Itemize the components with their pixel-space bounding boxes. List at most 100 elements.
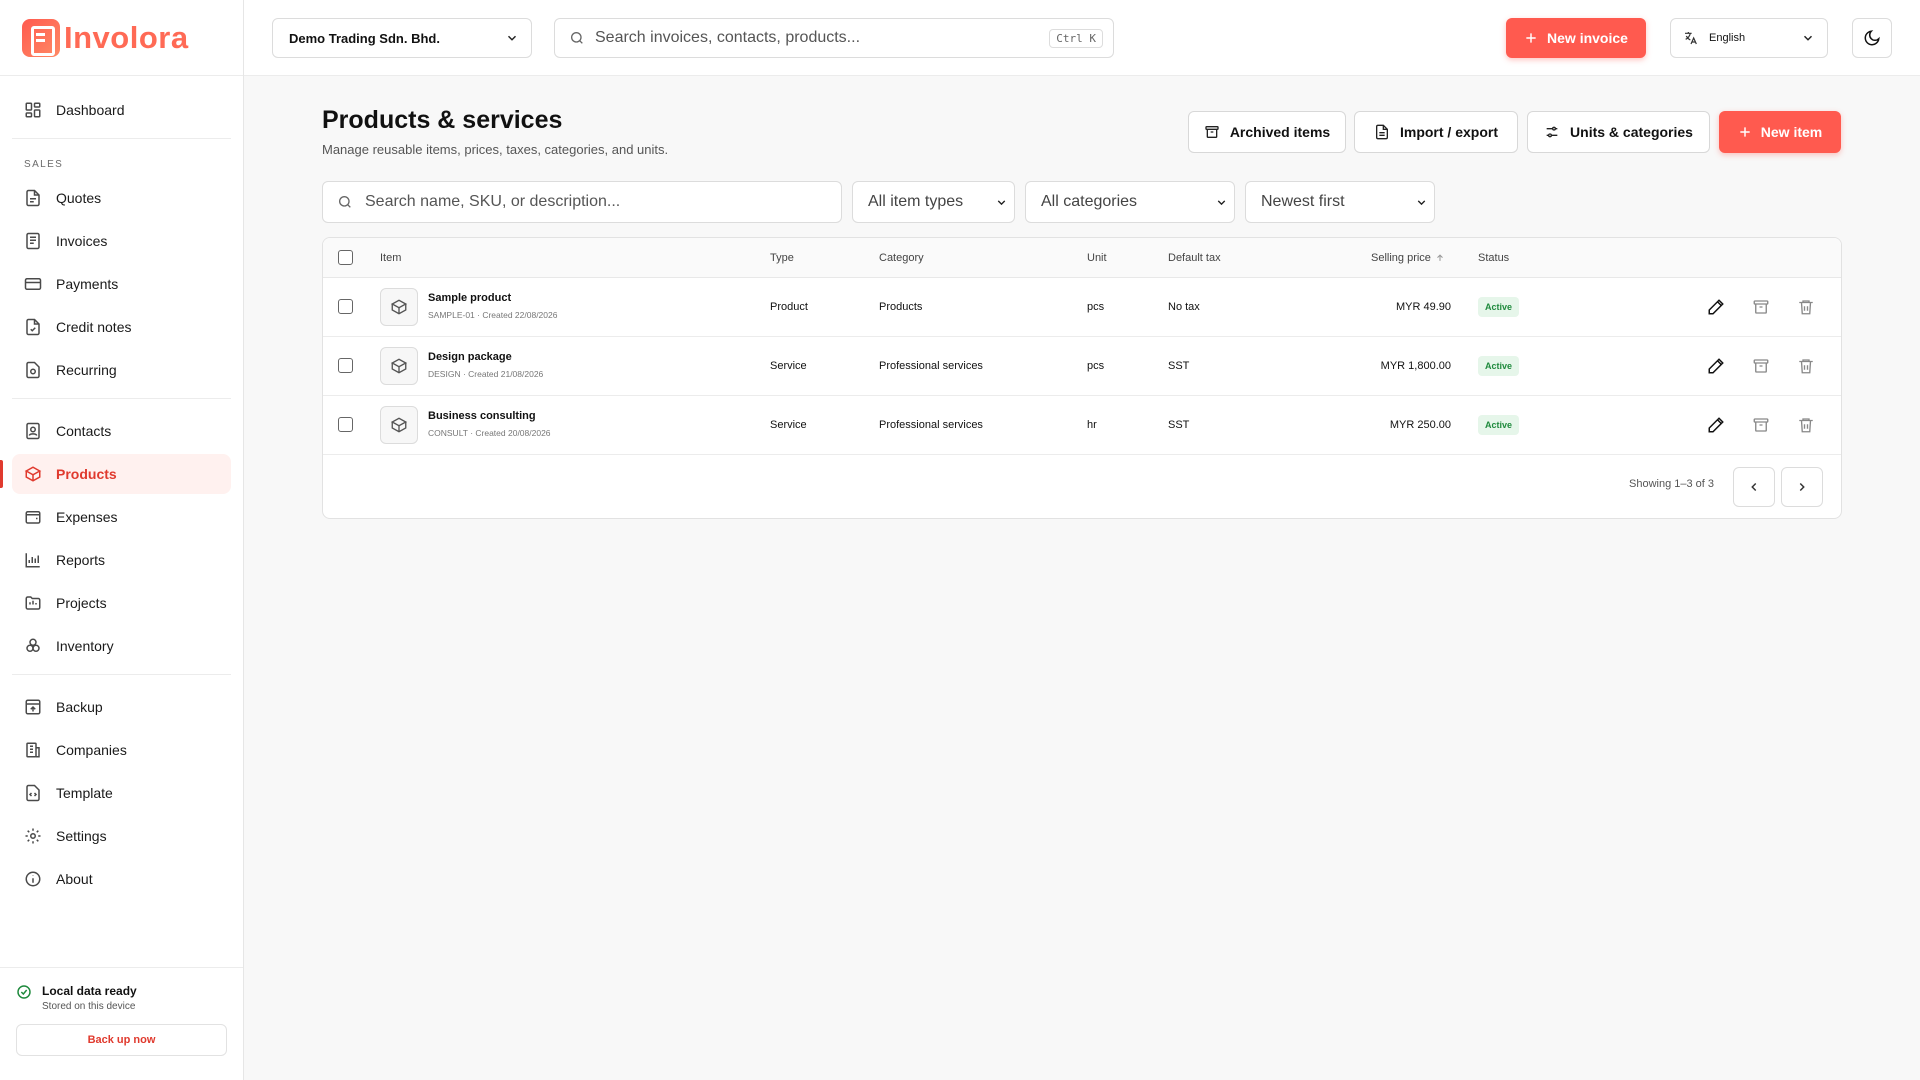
column-category[interactable]: Category: [879, 252, 924, 264]
table-row[interactable]: Sample product SAMPLE-01 · Created 22/08…: [323, 278, 1841, 337]
pencil-icon: [1708, 358, 1724, 374]
row-checkbox[interactable]: [338, 358, 353, 373]
edit-button[interactable]: [1705, 296, 1727, 318]
item-type-select[interactable]: All item types: [852, 181, 1015, 223]
sidebar-item-dashboard[interactable]: Dashboard: [12, 90, 231, 130]
category-select[interactable]: All categories: [1025, 181, 1235, 223]
row-checkbox[interactable]: [338, 299, 353, 314]
new-item-button[interactable]: New item: [1719, 111, 1841, 153]
item-type-value: All item types: [868, 193, 964, 210]
status-badge: Active: [1478, 415, 1520, 435]
sidebar-item-products[interactable]: Products: [0, 454, 231, 494]
sidebar-item-invoices[interactable]: Invoices: [12, 221, 231, 261]
new-invoice-button[interactable]: New invoice: [1506, 18, 1646, 58]
sidebar-item-payments[interactable]: Payments: [12, 264, 231, 304]
archive-button[interactable]: [1750, 414, 1772, 436]
item-meta: SAMPLE-01 · Created 22/08/2026: [428, 310, 558, 320]
column-selling-price[interactable]: Selling price: [1371, 252, 1445, 264]
item-category: Professional services: [879, 360, 983, 372]
column-status[interactable]: Status: [1478, 252, 1509, 264]
item-unit: hr: [1087, 419, 1097, 431]
item-type: Service: [770, 360, 807, 372]
chevron-down-icon: [1803, 35, 1813, 41]
box-icon: [380, 406, 418, 444]
next-page-button[interactable]: [1781, 467, 1823, 507]
chevron-down-icon: [1217, 199, 1226, 205]
units-categories-button[interactable]: Units & categories: [1527, 111, 1710, 153]
archive-button[interactable]: [1750, 355, 1772, 377]
translate-icon: [1685, 32, 1697, 45]
row-checkbox[interactable]: [338, 417, 353, 432]
global-search-input[interactable]: Search invoices, contacts, products... C…: [554, 18, 1114, 58]
archive-icon: [1753, 300, 1769, 314]
delete-button[interactable]: [1795, 355, 1817, 377]
info-icon: [25, 871, 41, 887]
column-type[interactable]: Type: [770, 252, 794, 264]
table-header: Item Type Category Unit Default tax Sell…: [323, 238, 1841, 278]
sidebar-item-label: Template: [56, 785, 113, 801]
products-table: Item Type Category Unit Default tax Sell…: [322, 237, 1842, 519]
sidebar-item-settings[interactable]: Settings: [12, 816, 231, 856]
item-meta: CONSULT · Created 20/08/2026: [428, 428, 551, 438]
item-unit: pcs: [1087, 301, 1105, 313]
sidebar-item-projects[interactable]: Projects: [12, 583, 231, 623]
column-unit[interactable]: Unit: [1087, 252, 1107, 264]
app-logo[interactable]: Involora: [0, 0, 243, 76]
item-tax: SST: [1168, 419, 1190, 431]
previous-page-button[interactable]: [1733, 467, 1775, 507]
sidebar-item-about[interactable]: About: [12, 859, 231, 899]
app-name: Involora: [64, 19, 189, 55]
backup-icon: [25, 699, 41, 715]
sidebar-item-label: Recurring: [56, 362, 117, 378]
item-search-input[interactable]: Search name, SKU, or description...: [322, 181, 842, 223]
archived-items-button[interactable]: Archived items: [1188, 111, 1346, 153]
contacts-icon: [26, 422, 40, 440]
back-up-now-button[interactable]: Back up now: [16, 1024, 227, 1056]
edit-button[interactable]: [1705, 355, 1727, 377]
item-unit: pcs: [1087, 360, 1105, 372]
sidebar-item-recurring[interactable]: Recurring: [12, 350, 231, 390]
sidebar-item-companies[interactable]: Companies: [12, 730, 231, 770]
company-select[interactable]: Demo Trading Sdn. Bhd.: [272, 18, 532, 58]
status-badge: Active: [1478, 356, 1520, 376]
table-row[interactable]: Business consulting CONSULT · Created 20…: [323, 396, 1841, 455]
sidebar-item-expenses[interactable]: Expenses: [12, 497, 231, 537]
select-all-checkbox[interactable]: [338, 250, 353, 265]
search-icon: [339, 196, 351, 208]
recurring-icon: [26, 361, 40, 379]
edit-button[interactable]: [1705, 414, 1727, 436]
table-row[interactable]: Design package DESIGN · Created 21/08/20…: [323, 337, 1841, 396]
archive-icon: [1753, 418, 1769, 432]
sidebar-item-label: Companies: [56, 742, 127, 758]
delete-button[interactable]: [1795, 414, 1817, 436]
sidebar-item-label: Inventory: [56, 638, 114, 654]
item-name[interactable]: Design package: [428, 351, 543, 363]
sidebar-item-inventory[interactable]: Inventory: [12, 626, 231, 666]
column-default-tax[interactable]: Default tax: [1168, 252, 1221, 264]
sidebar-item-label: Projects: [56, 595, 107, 611]
import-export-button[interactable]: Import / export: [1354, 111, 1518, 153]
sidebar-item-contacts[interactable]: Contacts: [12, 411, 231, 451]
item-name[interactable]: Business consulting: [428, 410, 551, 422]
sidebar-item-credit-notes[interactable]: Credit notes: [12, 307, 231, 347]
item-search-placeholder: Search name, SKU, or description...: [365, 193, 621, 210]
item-price: MYR 49.90: [1395, 301, 1451, 313]
plus-icon: [1526, 33, 1536, 43]
column-item[interactable]: Item: [380, 252, 401, 264]
new-item-label: New item: [1760, 124, 1823, 140]
sidebar-item-quotes[interactable]: Quotes: [12, 178, 231, 218]
chevron-down-icon: [997, 199, 1006, 205]
delete-button[interactable]: [1795, 296, 1817, 318]
item-name[interactable]: Sample product: [428, 292, 557, 304]
chevron-down-icon: [507, 35, 517, 41]
moon-icon: [1864, 30, 1880, 46]
language-select[interactable]: English: [1670, 18, 1828, 58]
sidebar-item-reports[interactable]: Reports: [12, 540, 231, 580]
sidebar-item-template[interactable]: Template: [12, 773, 231, 813]
theme-toggle-button[interactable]: [1852, 18, 1892, 58]
archive-button[interactable]: [1750, 296, 1772, 318]
sidebar-item-backup[interactable]: Backup: [12, 687, 231, 727]
building-icon: [26, 742, 40, 758]
sort-select[interactable]: Newest first: [1245, 181, 1435, 223]
logo-icon: [22, 18, 60, 57]
